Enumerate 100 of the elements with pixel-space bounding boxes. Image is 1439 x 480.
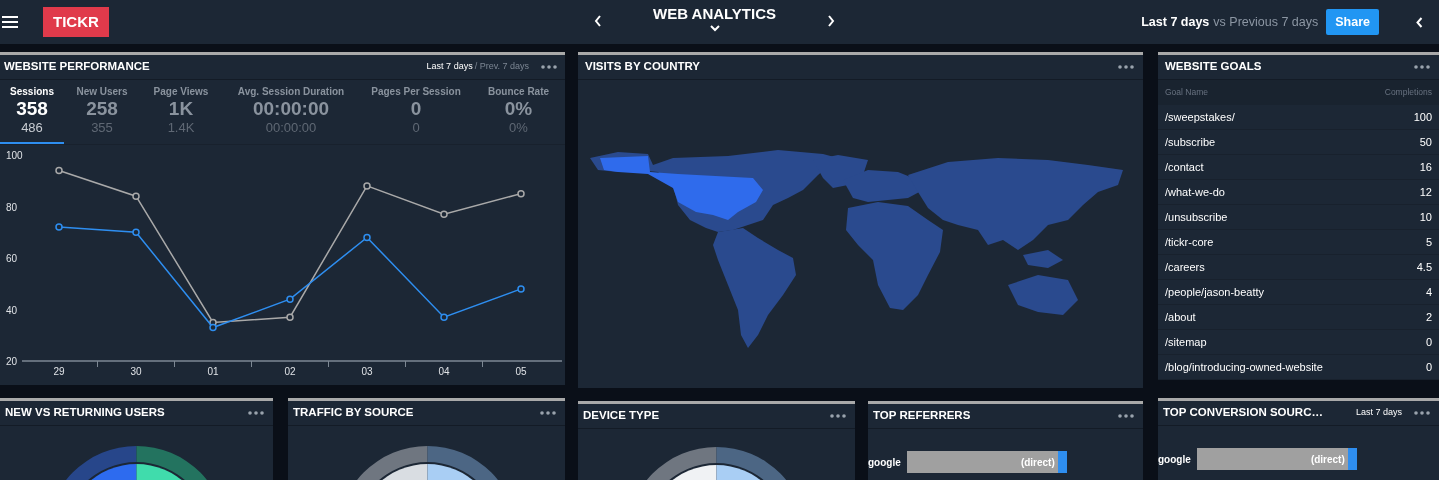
- goal-name: /subscribe: [1165, 134, 1216, 150]
- data-point: [286, 313, 294, 321]
- x-axis-label: 04: [438, 366, 450, 377]
- data-point: [132, 228, 140, 236]
- metric-label: Bounce Rate: [487, 86, 550, 98]
- goal-name: /unsubscribe: [1165, 209, 1228, 225]
- comparison-range[interactable]: vs Previous 7 days: [1213, 12, 1319, 32]
- goal-name: /people/jason-beatty: [1165, 284, 1265, 300]
- metric-tab[interactable]: Pages Per Session 0 0: [360, 80, 472, 144]
- card-title: NEW VS RETURNING USERS: [5, 405, 165, 421]
- metric-previous-value: 00:00:00: [265, 120, 317, 136]
- bar-segment-label: (direct): [1020, 456, 1055, 470]
- metric-label: New Users: [76, 86, 128, 98]
- goal-completions: 0: [1425, 359, 1432, 375]
- data-point: [55, 223, 63, 231]
- menu-icon[interactable]: [2, 15, 18, 29]
- share-button[interactable]: Share: [1326, 9, 1379, 35]
- metric-previous-value: 1.4K: [167, 120, 195, 136]
- metric-label: Avg. Session Duration: [237, 86, 345, 98]
- card-title: TRAFFIC BY SOURCE: [293, 405, 414, 421]
- goal-name: /what-we-do: [1165, 184, 1225, 200]
- goal-completions: 50: [1419, 134, 1432, 150]
- data-point: [440, 313, 448, 321]
- card-title: DEVICE TYPE: [583, 408, 660, 424]
- card-title: TOP REFERRERS: [873, 408, 971, 424]
- data-point: [55, 166, 63, 175]
- chevron-left-icon[interactable]: [1416, 16, 1423, 28]
- data-point: [440, 210, 448, 218]
- goal-name: /sitemap: [1165, 334, 1207, 350]
- metric-label: Pages Per Session: [371, 86, 461, 98]
- goal-completions: 12: [1419, 184, 1432, 200]
- metric-value: 358: [16, 98, 48, 120]
- more-icon[interactable]: [830, 414, 846, 418]
- more-icon[interactable]: [541, 65, 557, 69]
- caret-down-icon[interactable]: [709, 25, 720, 32]
- x-axis-label: 05: [515, 366, 527, 377]
- metric-label: Sessions: [10, 86, 54, 98]
- data-point: [363, 233, 371, 242]
- goal-completions: 100: [1413, 109, 1432, 125]
- goal-name: /careers: [1165, 259, 1205, 275]
- more-icon[interactable]: [540, 411, 556, 415]
- data-point: [363, 182, 371, 190]
- card-title: WEBSITE PERFORMANCE: [4, 59, 150, 75]
- x-axis-label: 30: [130, 366, 142, 377]
- x-axis-label: 03: [361, 366, 373, 377]
- data-point: [132, 192, 140, 200]
- metric-label: Page Views: [153, 86, 209, 98]
- more-icon[interactable]: [1118, 65, 1134, 69]
- metric-tab[interactable]: Bounce Rate 0% 0%: [472, 80, 565, 144]
- more-icon[interactable]: [1414, 411, 1430, 415]
- metric-previous-value: 0%: [509, 120, 528, 136]
- more-icon[interactable]: [1118, 414, 1134, 418]
- metric-previous-value: 0: [412, 120, 420, 136]
- date-range[interactable]: Last 7 days: [1141, 12, 1210, 32]
- goal-name: /sweepstakes/: [1165, 109, 1235, 125]
- x-axis-label: 01: [207, 366, 219, 377]
- chevron-right-icon[interactable]: [827, 15, 835, 27]
- metric-value: 0%: [504, 98, 533, 120]
- metric-value: 258: [86, 98, 118, 120]
- compare-range-label[interactable]: / Prev. 7 days: [474, 60, 529, 74]
- bar-segment-label: (direct): [1310, 453, 1345, 467]
- metric-tab[interactable]: New Users 258 355: [64, 80, 140, 144]
- goal-name: /about: [1165, 309, 1196, 325]
- metric-value: 00:00:00: [252, 98, 330, 120]
- data-point: [286, 295, 294, 303]
- metric-tab[interactable]: Page Views 1K 1.4K: [140, 80, 222, 144]
- y-axis-label: 80: [6, 201, 18, 213]
- goal-completions: 10: [1419, 209, 1432, 225]
- column-header: Goal Name: [1165, 86, 1208, 99]
- y-axis-label: 40: [6, 304, 18, 316]
- metric-previous-value: 486: [21, 120, 43, 136]
- metric-tab[interactable]: Sessions 358 486: [0, 80, 64, 144]
- column-header: Completions: [1384, 86, 1432, 99]
- x-axis-label: 29: [53, 366, 65, 377]
- goal-completions: 4.5: [1416, 259, 1432, 275]
- bar-label: google: [1158, 452, 1192, 467]
- metric-tab[interactable]: Avg. Session Duration 00:00:00 00:00:00: [222, 80, 360, 144]
- card-title: VISITS BY COUNTRY: [585, 59, 701, 75]
- goal-completions: 2: [1425, 309, 1432, 325]
- metric-value: 1K: [168, 98, 194, 120]
- chevron-left-icon[interactable]: [594, 15, 602, 27]
- goal-completions: 0: [1425, 334, 1432, 350]
- goal-completions: 4: [1425, 284, 1432, 300]
- data-point: [517, 285, 525, 293]
- y-axis-label: 100: [6, 150, 23, 161]
- range-label[interactable]: Last 7 days: [426, 60, 473, 74]
- goal-completions: 16: [1419, 159, 1432, 175]
- goal-completions: 5: [1425, 234, 1432, 250]
- y-axis-label: 20: [6, 356, 18, 367]
- goal-name: /blog/introducing-owned-website: [1165, 359, 1323, 375]
- y-axis-label: 60: [6, 253, 18, 264]
- metric-previous-value: 355: [91, 120, 113, 136]
- metric-value: 0: [410, 98, 422, 120]
- card-title: WEBSITE GOALS: [1165, 59, 1262, 75]
- more-icon[interactable]: [248, 411, 264, 415]
- range-label[interactable]: Last 7 days: [1355, 406, 1402, 420]
- goal-name: /tickr-core: [1165, 234, 1214, 250]
- logo[interactable]: TICKR: [43, 7, 109, 37]
- more-icon[interactable]: [1414, 65, 1430, 69]
- data-point: [517, 189, 525, 198]
